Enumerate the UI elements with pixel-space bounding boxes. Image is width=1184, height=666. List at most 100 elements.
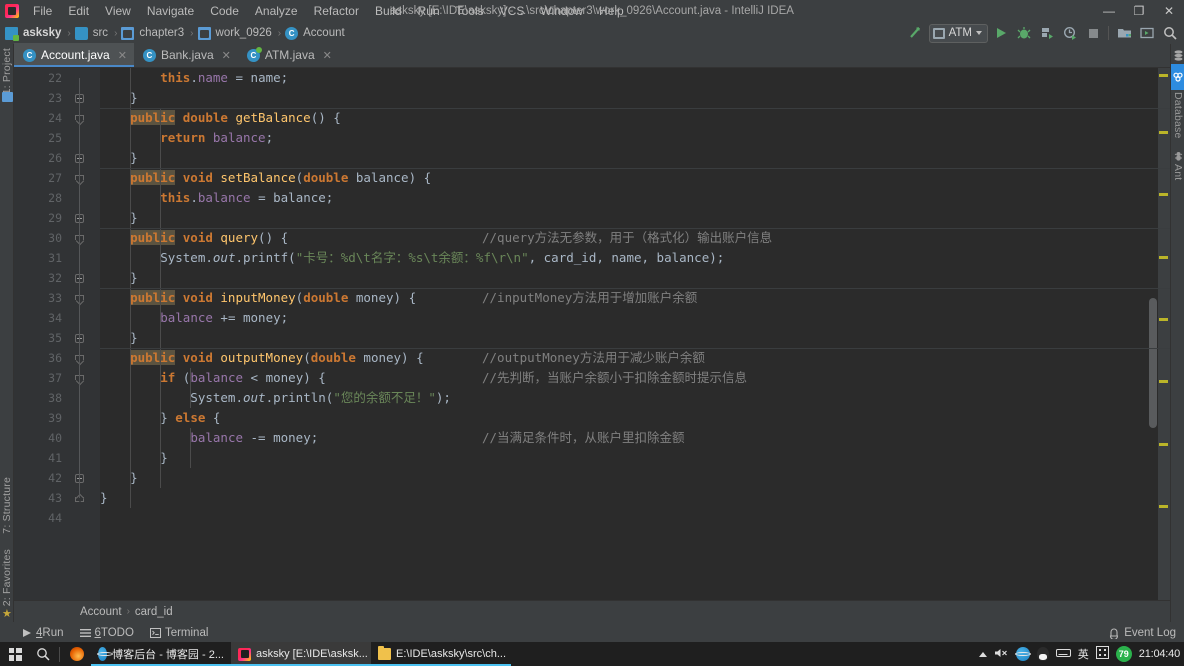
taskbar-item-browser[interactable]: 博客后台 - 博客园 - 2...	[91, 642, 231, 666]
code-line[interactable]: return balance;	[100, 128, 1170, 148]
code-line[interactable]: System.out.println("您的余额不足！");	[100, 388, 1170, 408]
update-project-icon[interactable]	[906, 23, 926, 43]
menu-build[interactable]: Build	[367, 0, 410, 22]
qq-icon[interactable]	[1037, 647, 1049, 661]
navbar-crumb-work0926[interactable]: work_0926	[198, 27, 274, 40]
tray-badge[interactable]: 79	[1116, 646, 1132, 662]
code-line[interactable]: } else {	[100, 408, 1170, 428]
menu-vcs[interactable]: VCS	[492, 0, 533, 22]
line-number: 27	[14, 168, 62, 188]
tool-button-database-label[interactable]: Database	[1172, 92, 1184, 139]
volume-muted-icon[interactable]	[994, 647, 1009, 662]
warning-marker[interactable]	[1159, 443, 1168, 446]
code-line[interactable]: this.name = name;	[100, 68, 1170, 88]
tool-button-terminal[interactable]: Terminal	[150, 627, 208, 639]
tool-button-structure[interactable]: 7: Structure	[1, 477, 13, 534]
run-configuration-selector[interactable]: ATM	[929, 24, 988, 43]
warning-marker[interactable]	[1159, 318, 1168, 321]
show-hidden-icons-icon[interactable]	[979, 652, 987, 657]
code-line[interactable]: }	[100, 88, 1170, 108]
taskbar-search-icon[interactable]	[30, 647, 56, 661]
tool-button-ant[interactable]: Ant	[1172, 164, 1184, 180]
close-button[interactable]: ✕	[1154, 0, 1184, 22]
tray-keyboard-icon[interactable]	[1056, 648, 1071, 661]
code-line[interactable]: }	[100, 448, 1170, 468]
editor-gutter[interactable]: 2223242526272829303132333435363738394041…	[14, 68, 100, 622]
code-content[interactable]: this.name = name; }public double getBala…	[100, 68, 1170, 622]
code-token: this	[160, 190, 190, 205]
warning-marker[interactable]	[1159, 380, 1168, 383]
tool-button-todo[interactable]: 6TODO	[80, 627, 134, 639]
vertical-scrollbar-thumb[interactable]	[1149, 298, 1157, 428]
code-line[interactable]: }	[100, 268, 1170, 288]
close-icon[interactable]: ✕	[118, 49, 127, 62]
navbar-crumb-account[interactable]: C Account	[285, 27, 347, 40]
menu-code[interactable]: Code	[202, 0, 247, 22]
code-token: .	[205, 250, 213, 265]
warning-marker[interactable]	[1159, 131, 1168, 134]
close-icon[interactable]: ✕	[323, 49, 332, 62]
navbar-crumb-chapter3[interactable]: chapter3	[121, 27, 186, 40]
debug-button[interactable]	[1014, 23, 1034, 43]
run-with-coverage-button[interactable]	[1037, 23, 1057, 43]
menu-help[interactable]: Help	[591, 0, 632, 22]
menu-refactor[interactable]: Refactor	[306, 0, 367, 22]
code-line[interactable]: }	[100, 148, 1170, 168]
menu-view[interactable]: View	[97, 0, 139, 22]
code-token: }	[100, 210, 138, 225]
tool-button-favorites[interactable]: 2: Favorites	[1, 549, 13, 606]
tool-button-project[interactable]: 1: Project	[1, 48, 13, 94]
minimize-button[interactable]: —	[1094, 0, 1124, 22]
close-icon[interactable]: ✕	[222, 49, 231, 62]
code-line[interactable]: }	[100, 488, 1170, 508]
breadcrumb-class[interactable]: Account	[80, 606, 122, 618]
menu-run[interactable]: Run	[410, 0, 448, 22]
tab-bank-java[interactable]: C Bank.java ✕	[134, 43, 238, 67]
navbar-crumb-module[interactable]: asksky	[5, 27, 63, 40]
code-line[interactable]: }	[100, 328, 1170, 348]
maximize-button[interactable]: ❐	[1124, 0, 1154, 22]
menu-tools[interactable]: Tools	[448, 0, 492, 22]
menu-file[interactable]: File	[25, 0, 60, 22]
code-line[interactable]: }	[100, 468, 1170, 488]
ime-indicator[interactable]: 英	[1078, 646, 1089, 662]
menu-analyze[interactable]: Analyze	[247, 0, 306, 22]
system-clock[interactable]: 21:04:40	[1139, 648, 1180, 660]
run-button[interactable]	[991, 23, 1011, 43]
code-editor[interactable]: 2223242526272829303132333435363738394041…	[14, 68, 1170, 622]
profile-button[interactable]	[1060, 23, 1080, 43]
tool-button-run[interactable]: 4Run	[22, 627, 64, 639]
warning-marker[interactable]	[1159, 193, 1168, 196]
tab-atm-java[interactable]: C ATM.java ✕	[238, 43, 339, 67]
ime-toolbox-icon[interactable]	[1096, 646, 1109, 662]
code-line[interactable]: public void setBalance(double balance) {	[100, 168, 1170, 188]
stop-button[interactable]	[1083, 23, 1103, 43]
warning-marker[interactable]	[1159, 505, 1168, 508]
code-line[interactable]: System.out.printf("卡号：%d\t名字：%s\t余额：%f\r…	[100, 248, 1170, 268]
tool-terminal-label: Terminal	[165, 627, 208, 639]
navbar-crumb-src[interactable]: src	[75, 27, 110, 40]
taskbar-item-intellij[interactable]: asksky [E:\IDE\asksk...	[231, 642, 371, 666]
tool-button-database-active[interactable]	[1171, 64, 1184, 90]
project-structure-button[interactable]	[1114, 23, 1134, 43]
menu-window[interactable]: Window	[532, 0, 591, 22]
warning-marker[interactable]	[1159, 256, 1168, 259]
code-line[interactable]: balance += money;	[100, 308, 1170, 328]
code-line[interactable]: this.balance = balance;	[100, 188, 1170, 208]
code-line[interactable]: public double getBalance() {	[100, 108, 1170, 128]
select-in-button[interactable]	[1137, 23, 1157, 43]
breadcrumb-field[interactable]: card_id	[135, 606, 173, 618]
taskbar-firefox-icon[interactable]	[63, 647, 91, 661]
taskbar-item-explorer[interactable]: E:\IDE\asksky\src\ch...	[371, 642, 511, 666]
start-button[interactable]	[0, 642, 30, 666]
menu-navigate[interactable]: Navigate	[139, 0, 202, 22]
tray-ie-icon[interactable]	[1016, 647, 1030, 661]
warning-marker[interactable]	[1159, 74, 1168, 77]
code-line[interactable]	[100, 508, 1170, 528]
code-line[interactable]: }	[100, 208, 1170, 228]
event-log-button[interactable]: Event Log	[1108, 622, 1176, 644]
tab-account-java[interactable]: C Account.java ✕	[14, 43, 134, 67]
error-stripe[interactable]	[1158, 68, 1170, 622]
menu-edit[interactable]: Edit	[60, 0, 97, 22]
search-everywhere-icon[interactable]	[1160, 23, 1180, 43]
